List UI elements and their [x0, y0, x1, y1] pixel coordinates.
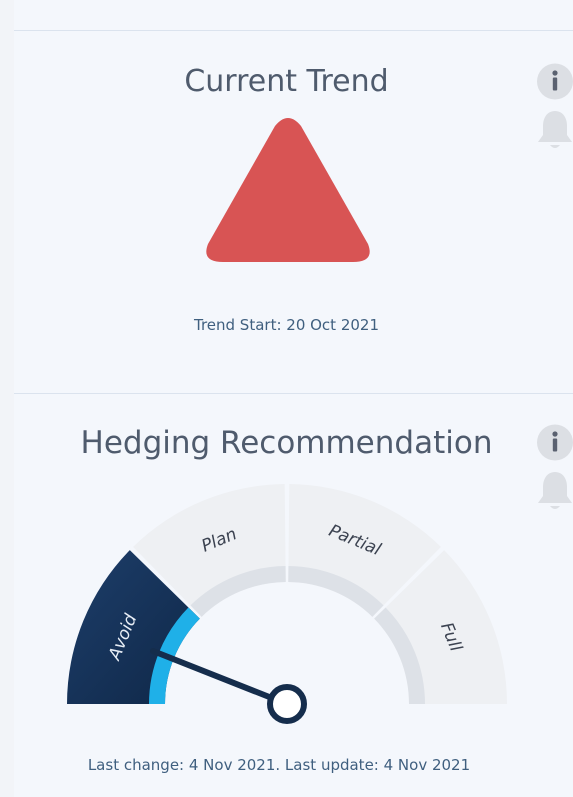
hedging-gauge: AvoidPlan PartialFull — [67, 484, 507, 724]
info-icon[interactable] — [536, 424, 573, 461]
gauge-needle — [150, 648, 290, 707]
gauge-pivot — [267, 684, 307, 724]
trend-up-indicator-icon — [206, 118, 370, 262]
section-divider — [14, 393, 573, 394]
current-trend-title: Current Trend — [184, 64, 389, 99]
trend-start-label: Trend Start: 20 Oct 2021 — [193, 316, 380, 334]
gauge-footer: Last change: 4 Nov 2021. Last update: 4 … — [87, 756, 471, 774]
info-icon[interactable] — [536, 63, 573, 100]
bell-icon[interactable] — [537, 108, 573, 152]
top-divider — [14, 30, 573, 31]
hedging-recommendation-title: Hedging Recommendation — [80, 425, 493, 461]
